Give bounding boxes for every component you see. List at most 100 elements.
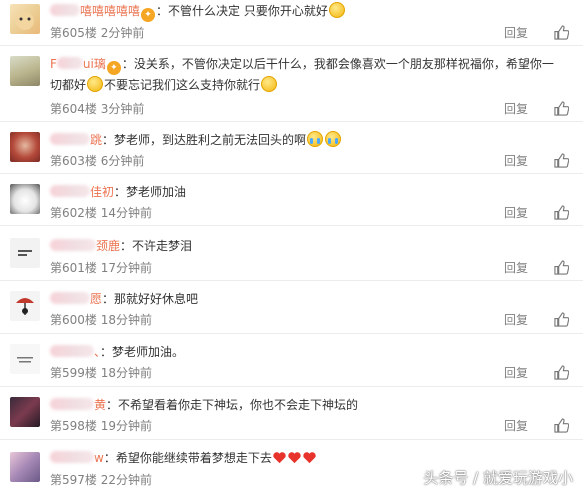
timestamp: 6分钟前 [100, 154, 145, 168]
comment-actions: 回复 [504, 364, 569, 381]
watermark: 头条号 / 就爱玩游戏小 [423, 469, 573, 487]
username-blur [56, 57, 83, 69]
username-blur [50, 239, 96, 251]
thumbs-up-icon[interactable] [554, 25, 569, 40]
comment-item: 跳：梦老师，到达胜利之前无法回头的啊 第603楼 6分钟前 回复 [0, 122, 583, 174]
comment-text-continued: 不要忘记我们这么支持你就行 [104, 78, 261, 92]
comment-actions: 回复 [504, 152, 569, 169]
username-blur [50, 185, 90, 197]
comment-item: 黄：不希望看着你走下神坛，你也不会走下神坛的 第598楼 19分钟前 回复 [0, 387, 583, 440]
username[interactable]: Fui璃 [50, 57, 106, 71]
reply-button[interactable]: 回复 [504, 204, 528, 221]
member-badge-icon: ✦ [106, 61, 121, 75]
comment-actions: 回复 [504, 204, 569, 221]
avatar[interactable] [10, 452, 40, 482]
umbrella-avatar-icon [16, 298, 34, 315]
comment-meta: 第602楼 14分钟前 [50, 204, 152, 221]
comment-meta: 第600楼 18分钟前 [50, 311, 152, 328]
comment-text: ：那就好好休息吧 [102, 292, 199, 306]
comment-actions: 回复 [504, 24, 569, 41]
username-blur [50, 345, 94, 357]
comment-text: ：希望你能继续带着梦想走下去 [103, 451, 272, 465]
comment-item: Fui璃 ✦ ：没关系，不管你决定以后干什么，我都会像喜欢一个朋友那样祝福你，希望你… [0, 46, 583, 122]
comment-text: ：梦老师加油 [114, 185, 187, 199]
reply-button[interactable]: 回复 [504, 24, 528, 41]
floor-number: 第601楼 [50, 261, 97, 275]
thumbs-up-icon[interactable] [554, 153, 569, 168]
avatar[interactable] [10, 56, 40, 86]
timestamp: 18分钟前 [100, 366, 153, 380]
username-blur [50, 451, 94, 463]
comment-meta: 第599楼 18分钟前 [50, 364, 152, 381]
comment-text: ：梦老师加油。 [100, 345, 185, 359]
comment-meta: 第604楼 3分钟前 [50, 100, 144, 117]
username-blur [50, 292, 90, 304]
floor-number: 第603楼 [50, 154, 97, 168]
heart-emoji [273, 452, 286, 464]
comment-meta: 第603楼 6分钟前 [50, 152, 144, 169]
comment-item: 佳初：梦老师加油 第602楼 14分钟前 回复 [0, 174, 583, 226]
username-blur [50, 398, 94, 410]
reply-button[interactable]: 回复 [504, 100, 528, 117]
reply-button[interactable]: 回复 [504, 417, 528, 434]
comment-item: 嘻嘻嘻嘻嘻 ✦ ：不管什么决定 只要你开心就好 第605楼 2分钟前 回复 [0, 0, 583, 46]
floor-number: 第605楼 [50, 26, 97, 40]
username-blur [50, 4, 80, 16]
reply-button[interactable]: 回复 [504, 364, 528, 381]
comment-actions: 回复 [504, 311, 569, 328]
thumbs-up-icon[interactable] [554, 312, 569, 327]
cry-emoji [307, 131, 324, 147]
comment-meta: 第598楼 19分钟前 [50, 417, 152, 434]
avatar[interactable] [10, 4, 40, 34]
floor-number: 第602楼 [50, 206, 97, 220]
comment-actions: 回复 [504, 259, 569, 276]
comment-text: ：不管什么决定 只要你开心就好 [156, 4, 328, 18]
thumbs-up-icon[interactable] [554, 101, 569, 116]
avatar[interactable] [10, 132, 40, 162]
avatar[interactable] [10, 291, 40, 321]
member-badge-icon: ✦ [141, 8, 156, 22]
thumbs-up-icon[interactable] [554, 418, 569, 433]
thumbs-up-icon[interactable] [554, 365, 569, 380]
comment-item: 颈鹿：不许走梦泪 第601楼 17分钟前 回复 [0, 226, 583, 281]
username[interactable]: w [94, 451, 104, 465]
comment-item: 、：梦老师加油。 第599楼 18分钟前 回复 [0, 334, 583, 387]
avatar[interactable] [10, 238, 40, 268]
avatar[interactable] [10, 344, 40, 374]
smile-emoji [328, 2, 345, 18]
username[interactable]: 愿 [90, 292, 102, 306]
thumbs-up-icon[interactable] [554, 205, 569, 220]
username[interactable]: 嘻嘻嘻嘻嘻 [80, 4, 140, 18]
timestamp: 14分钟前 [100, 206, 153, 220]
username[interactable]: 佳初 [90, 185, 114, 199]
reply-button[interactable]: 回复 [504, 152, 528, 169]
timestamp: 18分钟前 [100, 313, 153, 327]
floor-number: 第600楼 [50, 313, 97, 327]
avatar[interactable] [10, 184, 40, 214]
floor-number: 第597楼 [50, 473, 97, 487]
thumbs-up-icon[interactable] [554, 260, 569, 275]
timestamp: 22分钟前 [100, 473, 153, 487]
comment-meta: 第597楼 22分钟前 [50, 471, 152, 488]
avatar[interactable] [10, 397, 40, 427]
comment-meta: 第601楼 17分钟前 [50, 259, 152, 276]
floor-number: 第598楼 [50, 419, 97, 433]
username[interactable]: 跳 [90, 133, 102, 147]
timestamp: 3分钟前 [100, 102, 145, 116]
comment-text: ：梦老师，到达胜利之前无法回头的啊 [102, 133, 307, 147]
smile-emoji [261, 76, 278, 92]
floor-number: 第604楼 [50, 102, 97, 116]
username[interactable]: 黄 [94, 398, 106, 412]
comment-actions: 回复 [504, 417, 569, 434]
comment-text: ：不希望看着你走下神坛，你也不会走下神坛的 [106, 398, 359, 412]
username[interactable]: 颈鹿 [96, 239, 120, 253]
reply-button[interactable]: 回复 [504, 311, 528, 328]
timestamp: 19分钟前 [100, 419, 153, 433]
comment-meta: 第605楼 2分钟前 [50, 24, 144, 41]
grin-emoji [87, 76, 104, 92]
comment-item: 愿：那就好好休息吧 第600楼 18分钟前 回复 [0, 281, 583, 334]
heart-emoji [288, 452, 301, 464]
timestamp: 2分钟前 [100, 26, 145, 40]
cat-avatar-icon [16, 12, 34, 30]
reply-button[interactable]: 回复 [504, 259, 528, 276]
